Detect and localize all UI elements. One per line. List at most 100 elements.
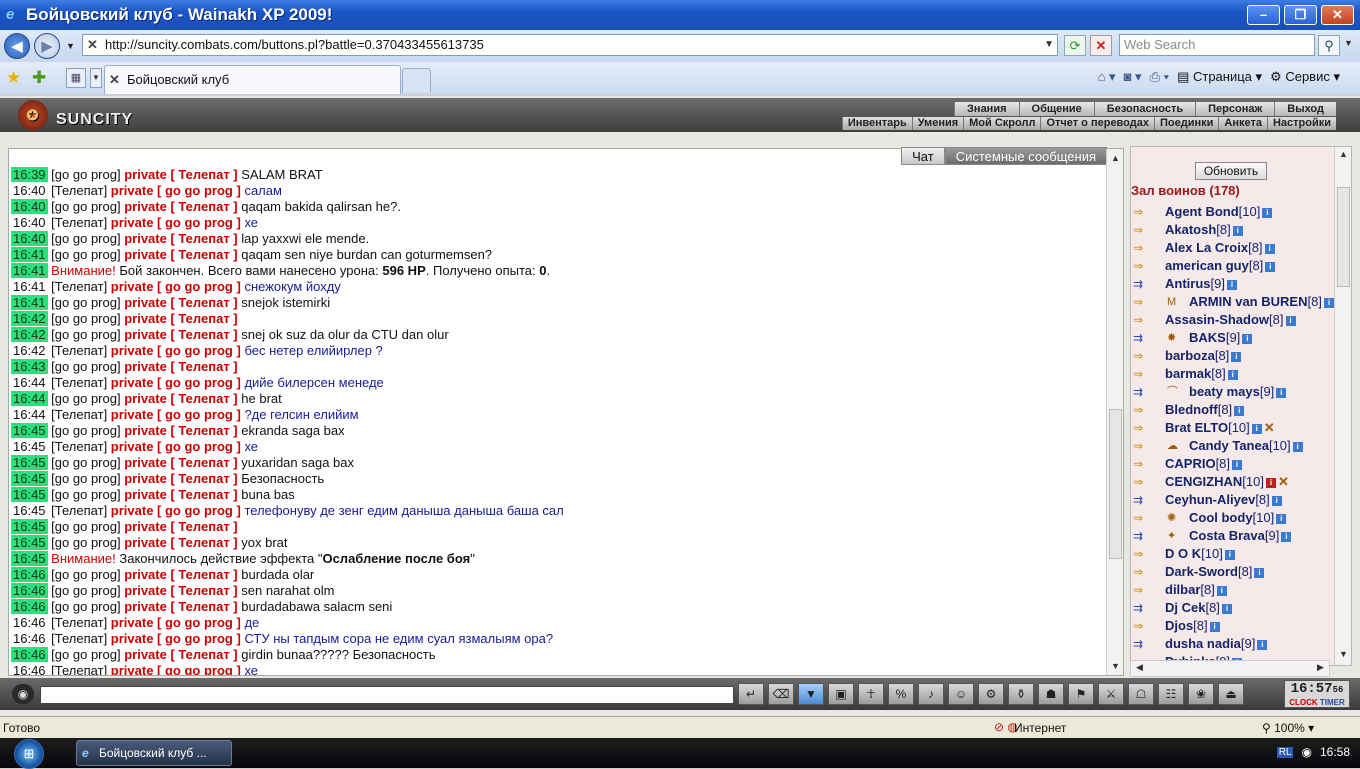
recipient-nick[interactable]: Телепат: [178, 535, 229, 550]
info-icon[interactable]: i: [1271, 496, 1282, 506]
player-name[interactable]: ARMIN van BUREN[8] i: [1189, 293, 1334, 311]
chat-time[interactable]: 16:45: [11, 423, 48, 438]
private-tag[interactable]: private [ Телепат ]: [124, 359, 237, 374]
player-name[interactable]: Assasin-Shadow[8] i: [1165, 311, 1296, 329]
recipient-nick[interactable]: go go prog: [165, 279, 233, 294]
player-name[interactable]: Blednoff[8] i: [1165, 401, 1245, 419]
sender-nick[interactable]: go go prog: [55, 167, 117, 182]
in-battle-icon[interactable]: ⇉: [1133, 331, 1153, 345]
info-icon[interactable]: i: [1285, 316, 1296, 326]
recipient-nick[interactable]: go go prog: [165, 343, 233, 358]
send-icon[interactable]: ↵: [738, 683, 764, 705]
chat-time[interactable]: 16:44: [11, 375, 48, 390]
invite-icon[interactable]: ⇒: [1133, 241, 1153, 255]
forward-button[interactable]: ▶: [34, 33, 60, 59]
private-tag[interactable]: private [ Телепат ]: [124, 567, 237, 582]
search-dropdown-icon[interactable]: ▼: [1344, 38, 1353, 48]
filter-icon[interactable]: ▼: [798, 683, 824, 705]
invite-icon[interactable]: ⇒: [1133, 205, 1153, 219]
chat-time[interactable]: 16:40: [11, 199, 48, 214]
sub-menu-item[interactable]: Настройки: [1266, 117, 1336, 130]
info-icon[interactable]: i: [1234, 406, 1245, 416]
chat-time[interactable]: 16:44: [11, 391, 48, 406]
fighter-icon[interactable]: ☥: [858, 683, 884, 705]
player-name[interactable]: Dj Cek[8] i: [1165, 599, 1232, 617]
invite-icon[interactable]: ⇒: [1133, 259, 1153, 273]
refresh-list-button[interactable]: Обновить: [1195, 162, 1267, 180]
recipient-nick[interactable]: Телепат: [178, 231, 229, 246]
recipient-nick[interactable]: go go prog: [165, 375, 233, 390]
invite-icon[interactable]: ⇒: [1133, 547, 1153, 561]
player-nick[interactable]: BAKS: [1189, 330, 1226, 345]
sender-nick[interactable]: go go prog: [55, 295, 117, 310]
feeds-icon[interactable]: ◙ ▾: [1124, 69, 1142, 85]
sender-nick[interactable]: Телепат: [55, 503, 104, 518]
private-tag[interactable]: private [ go go prog ]: [111, 183, 241, 198]
history-dropdown-icon[interactable]: ▼: [66, 41, 75, 51]
back-button[interactable]: ◀: [4, 33, 30, 59]
chat-time[interactable]: 16:41: [11, 279, 48, 294]
options-icon[interactable]: ⚙: [978, 683, 1004, 705]
player-nick[interactable]: Dj Cek: [1165, 600, 1205, 615]
minimize-button[interactable]: –: [1247, 5, 1280, 25]
player-name[interactable]: D O K[10] i: [1165, 545, 1235, 563]
invite-icon[interactable]: ⇒: [1133, 313, 1153, 327]
chat-time[interactable]: 16:42: [11, 343, 48, 358]
chat-time[interactable]: 16:45: [11, 535, 48, 550]
chat-time[interactable]: 16:46: [11, 567, 48, 582]
sender-nick[interactable]: go go prog: [55, 359, 117, 374]
recipient-nick[interactable]: Телепат: [178, 567, 229, 582]
info-icon[interactable]: i: [1232, 226, 1243, 236]
recipient-nick[interactable]: Телепат: [178, 647, 229, 662]
player-name[interactable]: dusha nadia[9] i: [1165, 635, 1268, 653]
player-name[interactable]: Candy Tanea[10] i: [1189, 437, 1303, 455]
recipient-nick[interactable]: go go prog: [165, 183, 233, 198]
recipient-nick[interactable]: Телепат: [178, 455, 229, 470]
stop-button[interactable]: ✕: [1090, 35, 1112, 56]
private-tag[interactable]: private [ Телепат ]: [124, 311, 237, 326]
invite-icon[interactable]: ⇒: [1133, 583, 1153, 597]
player-name[interactable]: Djos[8] i: [1165, 617, 1220, 635]
tab-active[interactable]: ✕ Бойцовский клуб: [104, 65, 401, 94]
invite-icon[interactable]: ⇒: [1133, 619, 1153, 633]
player-name[interactable]: Brat ELTO[10] i ✕: [1165, 419, 1275, 437]
recipient-nick[interactable]: go go prog: [165, 407, 233, 422]
maximize-button[interactable]: ❐: [1284, 5, 1317, 25]
player-name[interactable]: CENGIZHAN[10] i ✕: [1165, 473, 1289, 491]
chat-time[interactable]: 16:41: [11, 295, 48, 310]
recipient-nick[interactable]: Телепат: [178, 519, 229, 534]
sender-nick[interactable]: go go prog: [55, 599, 117, 614]
info-icon[interactable]: i: [1224, 550, 1235, 560]
sender-nick[interactable]: Телепат: [55, 407, 104, 422]
chat-time[interactable]: 16:46: [11, 647, 48, 662]
chat-time[interactable]: 16:41: [11, 247, 48, 262]
add-favorite-icon[interactable]: ✚: [32, 68, 46, 88]
private-tag[interactable]: private [ Телепат ]: [124, 471, 237, 486]
private-tag[interactable]: private [ Телепат ]: [124, 199, 237, 214]
private-tag[interactable]: private [ Телепат ]: [124, 535, 237, 550]
invite-icon[interactable]: ⇒: [1133, 367, 1153, 381]
players-scroll-down-icon[interactable]: ▼: [1337, 649, 1350, 663]
chat-time[interactable]: 16:46: [11, 615, 48, 630]
invite-icon[interactable]: ⇒: [1133, 511, 1153, 525]
url-input[interactable]: ✕ http://suncity.combats.com/buttons.pl?…: [82, 34, 1058, 56]
recipient-nick[interactable]: Телепат: [178, 311, 229, 326]
info-icon[interactable]: i: [1281, 532, 1292, 542]
info-icon[interactable]: i: [1292, 442, 1303, 452]
sender-nick[interactable]: go go prog: [55, 327, 117, 342]
private-tag[interactable]: private [ go go prog ]: [111, 343, 241, 358]
private-tag[interactable]: private [ Телепат ]: [124, 583, 237, 598]
recipient-nick[interactable]: Телепат: [178, 247, 229, 262]
chat-time[interactable]: 16:41: [11, 263, 48, 278]
private-tag[interactable]: private [ go go prog ]: [111, 663, 241, 675]
chat-time[interactable]: 16:43: [11, 359, 48, 374]
invite-icon[interactable]: ⇒: [1133, 349, 1153, 363]
player-nick[interactable]: Dark-Sword: [1165, 564, 1238, 579]
player-name[interactable]: dilbar[8] i: [1165, 581, 1227, 599]
tray-clock[interactable]: 16:58: [1320, 745, 1350, 759]
private-tag[interactable]: private [ Телепат ]: [124, 327, 237, 342]
player-nick[interactable]: Djos: [1165, 618, 1193, 633]
recipient-nick[interactable]: go go prog: [165, 631, 233, 646]
tab-chat[interactable]: Чат: [901, 147, 945, 165]
info-icon[interactable]: i: [1251, 424, 1262, 434]
